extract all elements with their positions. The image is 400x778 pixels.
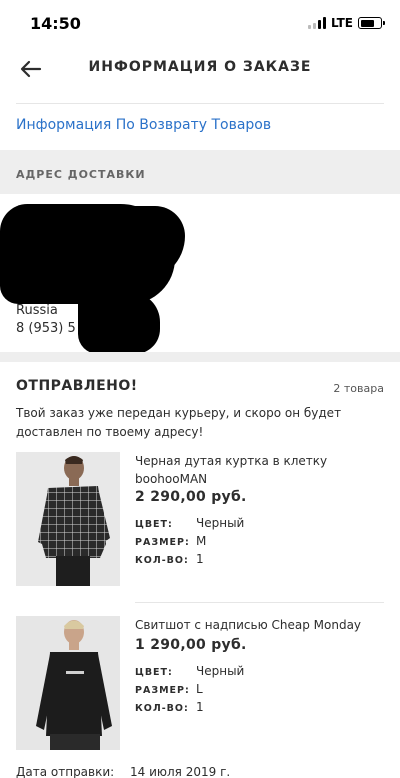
quantity-label: КОЛ-ВО: bbox=[135, 555, 189, 566]
status-bar: 14:50 LTE bbox=[0, 0, 400, 46]
item-count: 2 товара bbox=[333, 382, 384, 395]
quantity-value: 1 bbox=[196, 700, 204, 714]
ship-date-label: Дата отправки: bbox=[16, 765, 115, 778]
section-separator bbox=[0, 352, 400, 362]
ship-date-value: 14 июля 2019 г. bbox=[130, 765, 231, 778]
size-label: РАЗМЕР: bbox=[135, 537, 190, 548]
color-value: Черный bbox=[196, 664, 245, 678]
color-value: Черный bbox=[196, 516, 245, 530]
color-label: ЦВЕТ: bbox=[135, 667, 173, 678]
shipment-description: Твой заказ уже передан курьеру, и скоро … bbox=[16, 406, 342, 439]
color-label: ЦВЕТ: bbox=[135, 519, 173, 530]
product-image[interactable] bbox=[16, 452, 120, 586]
size-value: L bbox=[196, 682, 203, 696]
product-name[interactable]: Свитшот с надписью Cheap Monday bbox=[135, 616, 375, 634]
ship-date-row: Дата отправки: 14 июля 2019 г. bbox=[16, 765, 242, 778]
address-phone: 8 (953) 5 bbox=[16, 321, 76, 336]
quantity-value: 1 bbox=[196, 552, 204, 566]
redacted-phone bbox=[78, 292, 160, 354]
quantity-label: КОЛ-ВО: bbox=[135, 703, 189, 714]
battery-icon bbox=[358, 17, 385, 29]
redacted-address bbox=[60, 206, 185, 281]
network-type: LTE bbox=[330, 16, 353, 30]
size-label: РАЗМЕР: bbox=[135, 685, 190, 696]
divider bbox=[135, 602, 384, 603]
status-indicators: LTE bbox=[307, 16, 385, 30]
sweatshirt-model-image bbox=[16, 616, 120, 750]
delivery-address: Russia 8 (953) 5 bbox=[0, 194, 400, 354]
divider bbox=[16, 103, 384, 104]
status-time: 14:50 bbox=[30, 14, 81, 33]
header: ИНФОРМАЦИЯ О ЗАКАЗЕ bbox=[0, 46, 400, 92]
page-title: ИНФОРМАЦИЯ О ЗАКАЗЕ bbox=[88, 59, 312, 75]
address-section-title: АДРЕС ДОСТАВКИ bbox=[16, 168, 146, 181]
product-price: 2 290,00 руб. bbox=[135, 489, 247, 505]
signal-icon bbox=[307, 17, 326, 29]
returns-info-link[interactable]: Информация По Возврату Товаров bbox=[16, 117, 271, 133]
jacket-model-image bbox=[16, 452, 120, 586]
shipment-status: ОТПРАВЛЕНО! bbox=[16, 378, 138, 394]
product-name[interactable]: Черная дутая куртка в клетку boohooMAN bbox=[135, 452, 375, 488]
product-image[interactable] bbox=[16, 616, 120, 750]
address-country: Russia bbox=[16, 303, 58, 318]
size-value: M bbox=[196, 534, 207, 548]
product-price: 1 290,00 руб. bbox=[135, 637, 247, 653]
